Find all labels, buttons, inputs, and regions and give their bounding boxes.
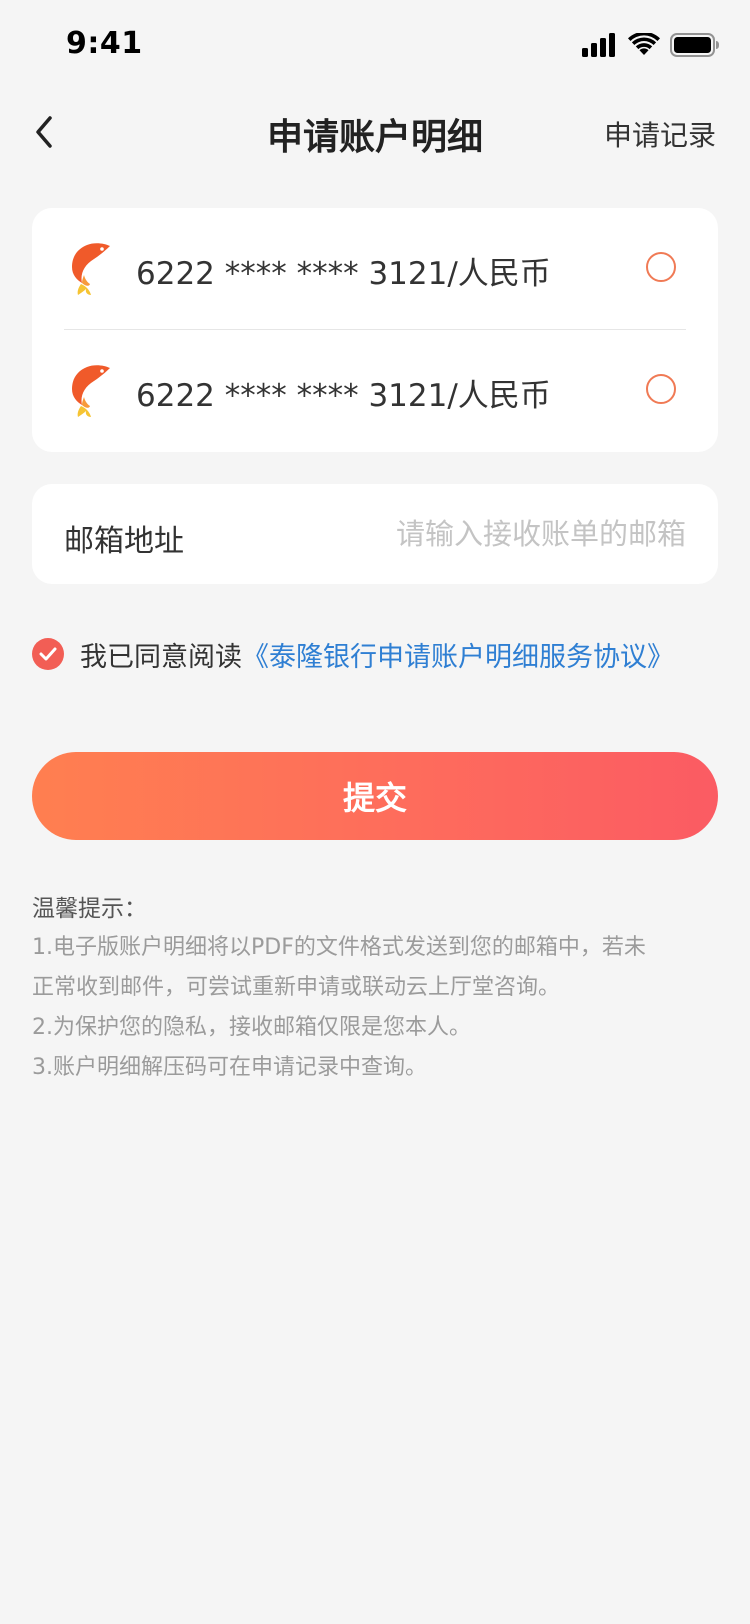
account-row[interactable]: 6222 **** **** 3121/人民币	[32, 208, 718, 329]
battery-icon	[670, 33, 719, 57]
koi-logo-icon	[72, 365, 110, 417]
tips-line: 1.电子版账户明细将以PDF的文件格式发送到您的邮箱中，若未	[32, 935, 646, 960]
account-list-card: 6222 **** **** 3121/人民币 6222 **** **** 3…	[32, 208, 718, 452]
status-time: 9:41	[66, 26, 143, 61]
account-label: 6222 **** **** 3121/人民币	[136, 378, 551, 414]
signal-icon	[582, 33, 615, 57]
koi-logo-icon	[72, 243, 110, 295]
email-card: 邮箱地址	[32, 484, 718, 584]
account-radio[interactable]	[646, 374, 676, 404]
agreement-link[interactable]: 《泰隆银行申请账户明细服务协议》	[242, 635, 674, 674]
tips-line: 3.账户明细解压码可在申请记录中查询。	[32, 1055, 427, 1080]
agreement-row: 我已同意阅读 《泰隆银行申请账户明细服务协议》	[32, 634, 674, 674]
status-bar: 9:41	[0, 0, 750, 88]
tips-line: 正常收到邮件，可尝试重新申请或联动云上厅堂咨询。	[32, 975, 561, 1000]
agreement-checkbox[interactable]	[32, 638, 64, 670]
account-label: 6222 **** **** 3121/人民币	[136, 256, 551, 292]
email-input[interactable]	[326, 506, 686, 562]
wifi-icon	[628, 33, 660, 55]
tips-line: 2.为保护您的隐私，接收邮箱仅限是您本人。	[32, 1015, 471, 1040]
account-radio[interactable]	[646, 252, 676, 282]
agreement-text: 我已同意阅读	[80, 641, 242, 673]
tips-section: 温馨提示： 1.电子版账户明细将以PDF的文件格式发送到您的邮箱中，若未 正常收…	[32, 890, 722, 1088]
application-records-link[interactable]: 申请记录	[604, 114, 716, 154]
checkmark-icon	[39, 647, 57, 661]
tips-title: 温馨提示：	[32, 896, 147, 922]
nav-bar: 申请账户明细 申请记录	[0, 88, 750, 176]
status-icons	[582, 30, 720, 60]
email-label: 邮箱地址	[64, 524, 184, 559]
submit-button[interactable]: 提交	[32, 752, 718, 840]
account-row[interactable]: 6222 **** **** 3121/人民币	[32, 330, 718, 451]
